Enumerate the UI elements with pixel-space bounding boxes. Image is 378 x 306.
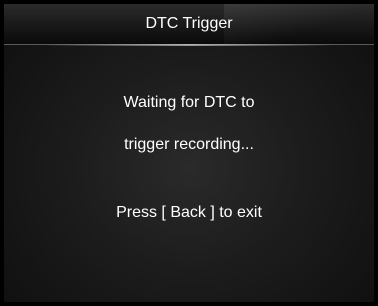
title-divider [44, 44, 334, 46]
status-message-line-2: trigger recording... [124, 136, 254, 153]
page-title: DTC Trigger [145, 15, 233, 32]
device-screen: DTC Trigger Waiting for DTC to trigger r… [0, 0, 378, 306]
exit-hint: Press [ Back ] to exit [116, 204, 262, 221]
screen-panel: DTC Trigger Waiting for DTC to trigger r… [4, 4, 374, 302]
status-message-line-1: Waiting for DTC to [123, 94, 255, 111]
title-bar: DTC Trigger [4, 4, 374, 45]
